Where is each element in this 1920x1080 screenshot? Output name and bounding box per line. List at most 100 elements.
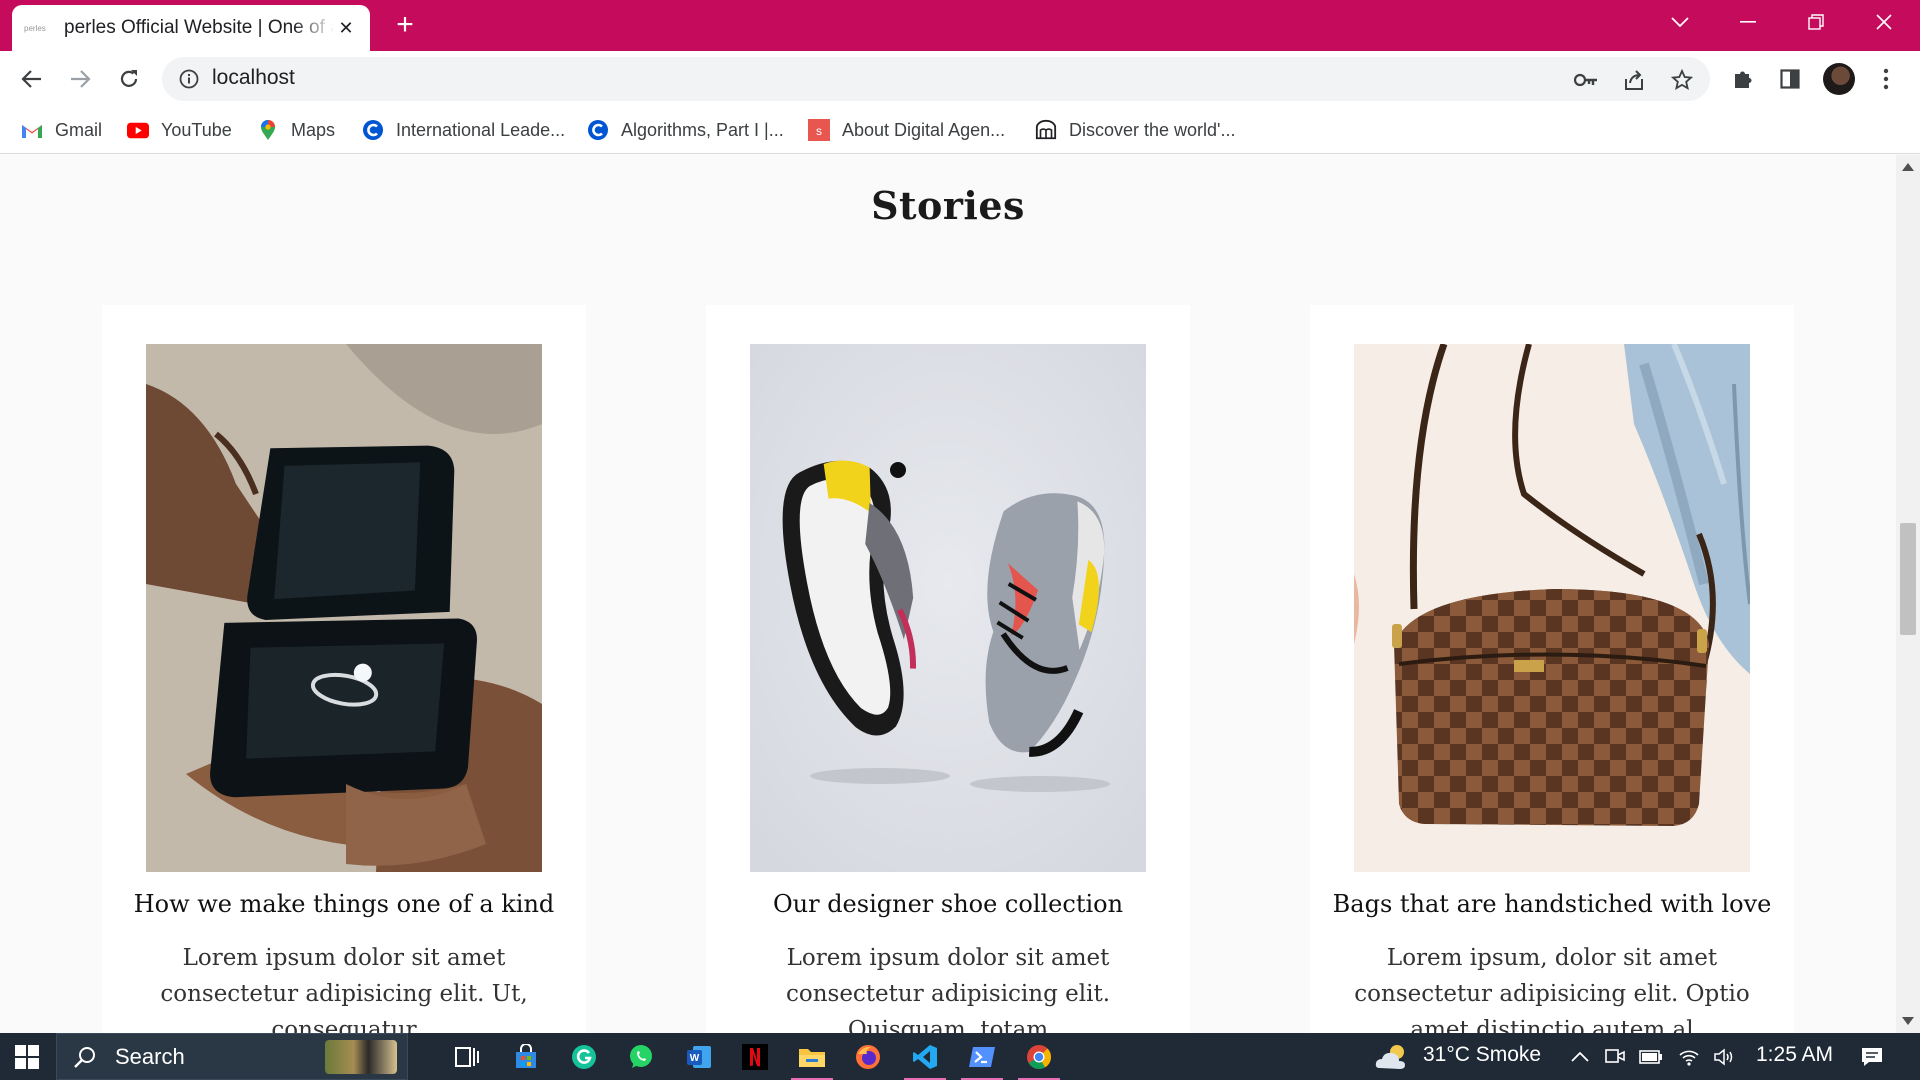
stories-heading: Stories — [871, 183, 1025, 228]
bookmark-algorithms[interactable]: Algorithms, Part I |... — [587, 116, 784, 144]
extensions-button[interactable] — [1724, 60, 1762, 98]
search-label: Search — [115, 1043, 185, 1069]
bookmark-youtube[interactable]: YouTube — [127, 116, 232, 144]
browser-toolbar: localhost — [0, 51, 1920, 106]
story-card[interactable]: Bags that are handstiched with love Lore… — [1310, 305, 1794, 1033]
store-icon[interactable] — [499, 1037, 553, 1077]
page-scrollbar[interactable] — [1896, 155, 1920, 1033]
word-icon[interactable]: W — [672, 1037, 726, 1077]
story-title[interactable]: Bags that are handstiched with love — [1310, 890, 1794, 918]
handbag-photo[interactable] — [1354, 344, 1750, 872]
c-logo-icon — [362, 119, 384, 141]
key-icon[interactable] — [1572, 66, 1600, 94]
search-icon — [74, 1046, 95, 1068]
arrow-left-icon — [21, 70, 41, 88]
tab-title: perles Official Website | One of a kind — [64, 17, 334, 38]
story-card[interactable]: How we make things one of a kind Lorem i… — [102, 305, 586, 1033]
bookmark-label: Maps — [291, 119, 336, 140]
clock-time[interactable]: 1:25 AM — [1756, 1043, 1833, 1067]
bookmark-international-leadership[interactable]: International Leade... — [362, 116, 565, 144]
bookmark-gmail[interactable]: Gmail — [21, 116, 102, 144]
start-button[interactable] — [0, 1037, 54, 1077]
weather-text[interactable]: 31°C Smoke — [1423, 1043, 1541, 1067]
page-viewport: Stories How we make things one of a kind… — [0, 155, 1896, 1033]
weather-icon[interactable] — [1370, 1037, 1414, 1077]
more-vert-icon — [1883, 68, 1889, 90]
bookmark-label: Gmail — [55, 119, 103, 140]
bookmark-digital-agency[interactable]: s About Digital Agen... — [808, 116, 1005, 144]
s-logo-icon: s — [808, 119, 830, 141]
forward-button[interactable] — [61, 60, 99, 98]
svg-text:s: s — [816, 124, 822, 138]
youtube-icon — [127, 119, 149, 141]
vscode-icon[interactable] — [898, 1037, 952, 1080]
chevron-up-icon[interactable] — [1568, 1037, 1592, 1077]
close-window-button[interactable] — [1850, 0, 1918, 44]
close-icon — [1876, 14, 1892, 30]
netflix-icon[interactable] — [728, 1037, 782, 1077]
story-card[interactable]: Our designer shoe collection Lorem ipsum… — [706, 305, 1190, 1033]
back-button[interactable] — [13, 60, 51, 98]
chevron-down-icon — [1671, 17, 1689, 28]
volume-icon[interactable] — [1710, 1037, 1738, 1077]
side-panel-icon — [1780, 69, 1800, 89]
windows-logo-icon — [15, 1045, 39, 1069]
address-bar[interactable]: localhost — [162, 57, 1710, 101]
scroll-down-icon[interactable] — [1902, 1017, 1914, 1025]
bookmark-maps[interactable]: Maps — [257, 116, 335, 144]
firefox-icon[interactable] — [841, 1037, 895, 1077]
task-view-icon[interactable] — [440, 1037, 494, 1077]
story-title[interactable]: How we make things one of a kind — [102, 890, 586, 918]
restore-button[interactable] — [1782, 0, 1850, 44]
star-icon[interactable] — [1668, 66, 1696, 94]
gmail-icon — [21, 119, 43, 141]
browser-tab[interactable]: perles perles Official Website | One of … — [12, 5, 370, 51]
story-excerpt: Lorem ipsum dolor sit amet consectetur a… — [785, 945, 1111, 1033]
puzzle-icon — [1735, 71, 1752, 88]
profile-avatar[interactable] — [1823, 63, 1855, 95]
reload-icon — [120, 70, 138, 87]
new-tab-button[interactable]: + — [388, 9, 422, 43]
minimize-button[interactable] — [1714, 0, 1782, 44]
wifi-icon[interactable] — [1675, 1037, 1703, 1077]
share-icon[interactable] — [1620, 66, 1648, 94]
scroll-up-icon[interactable] — [1902, 163, 1914, 171]
bookmarks-bar: Gmail YouTube Maps International Leade..… — [0, 106, 1920, 154]
reload-button[interactable] — [110, 60, 148, 98]
restore-icon — [1808, 14, 1824, 30]
minimize-icon — [1740, 21, 1756, 23]
svg-text:W: W — [690, 1053, 700, 1064]
close-icon[interactable]: ✕ — [334, 16, 358, 40]
tab-strip: perles perles Official Website | One of … — [0, 0, 1920, 51]
story-title[interactable]: Our designer shoe collection — [706, 890, 1190, 918]
bookmark-label: YouTube — [161, 119, 232, 140]
tab-search-button[interactable] — [1646, 0, 1714, 44]
file-explorer-icon[interactable] — [785, 1037, 839, 1080]
ring-box-photo[interactable] — [146, 344, 542, 872]
powershell-icon[interactable] — [955, 1037, 1009, 1080]
bookmark-label: International Leade... — [396, 119, 566, 140]
chrome-icon[interactable] — [1012, 1037, 1066, 1080]
arrow-right-icon — [71, 70, 91, 88]
story-excerpt: Lorem ipsum, dolor sit amet consectetur … — [1354, 945, 1750, 1033]
bookmark-discover-world[interactable]: Discover the world'... — [1035, 116, 1236, 144]
menu-button[interactable] — [1867, 60, 1905, 98]
grammarly-icon[interactable] — [557, 1037, 611, 1077]
address-text[interactable]: localhost — [212, 66, 295, 90]
c-logo-icon — [587, 119, 609, 141]
notifications-icon[interactable] — [1852, 1037, 1892, 1077]
taskbar-search[interactable]: Search — [56, 1033, 408, 1080]
side-panel-button[interactable] — [1771, 60, 1809, 98]
tab-favicon: perles — [24, 23, 46, 33]
bookmark-label: Algorithms, Part I |... — [621, 119, 784, 140]
story-excerpt: Lorem ipsum dolor sit amet consectetur a… — [160, 945, 528, 1033]
site-info-icon[interactable] — [176, 66, 202, 92]
whatsapp-icon[interactable] — [614, 1037, 668, 1077]
sneakers-photo[interactable] — [750, 344, 1146, 872]
scrollbar-thumb[interactable] — [1900, 523, 1916, 635]
maps-icon — [257, 119, 279, 141]
meet-now-icon[interactable] — [1601, 1037, 1629, 1077]
globe-book-icon — [1035, 119, 1057, 141]
battery-icon[interactable] — [1637, 1037, 1665, 1077]
windows-taskbar: Search W 31°C Smoke 1:25 AM — [0, 1033, 1920, 1080]
